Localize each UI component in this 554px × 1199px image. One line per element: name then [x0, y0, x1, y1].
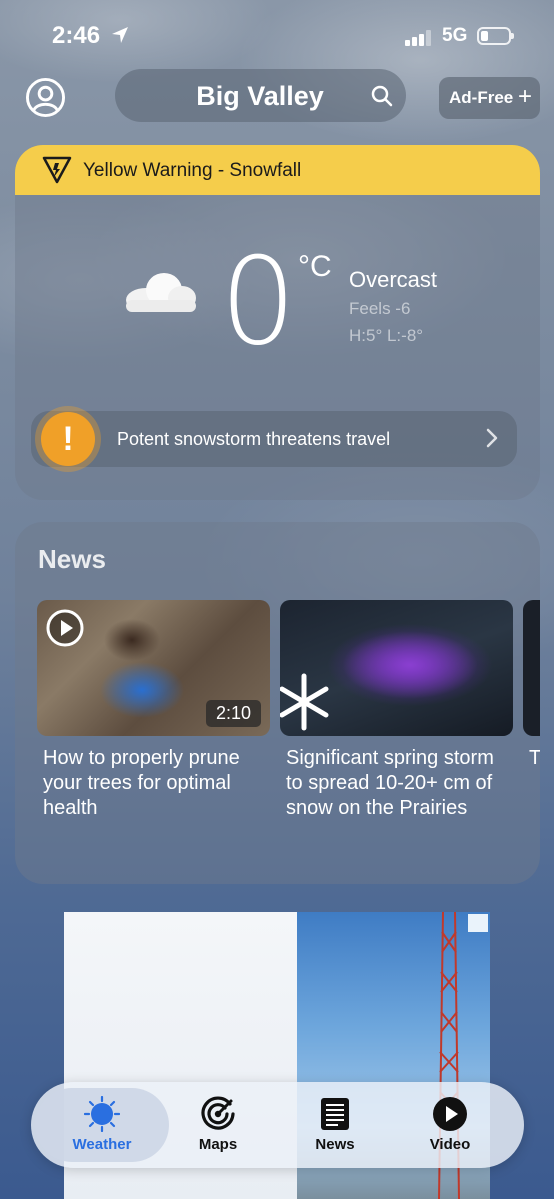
news-thumbnail[interactable]: [523, 600, 540, 736]
high-low: H:5° L:-8°: [349, 326, 424, 345]
signal-icon: [405, 30, 435, 46]
plus-icon: +: [517, 83, 532, 110]
warning-triangle-icon: [42, 156, 72, 184]
tab-video[interactable]: Video: [395, 1096, 505, 1153]
news-headline[interactable]: T T h: [529, 746, 540, 771]
ad-free-label: Ad-Free: [449, 88, 514, 107]
search-icon[interactable]: [370, 84, 394, 108]
alert-story-link[interactable]: ! Potent snowstorm threatens travel: [31, 411, 517, 467]
news-section-title[interactable]: News: [38, 544, 106, 575]
tab-maps[interactable]: Maps: [163, 1096, 273, 1153]
profile-avatar-icon[interactable]: [25, 77, 66, 118]
radar-icon: [201, 1096, 235, 1130]
snowflake-icon: [280, 673, 329, 731]
status-time: 2:46: [52, 22, 101, 49]
location-arrow-icon: [112, 27, 128, 43]
bottom-tab-bar: Weather Maps News Video: [31, 1082, 524, 1168]
newspaper-icon: [321, 1098, 349, 1130]
news-headline[interactable]: Significant spring storm to spread 10-20…: [286, 746, 516, 821]
play-icon: [46, 609, 84, 647]
tab-weather[interactable]: Weather: [47, 1096, 157, 1153]
tab-label: News: [315, 1136, 355, 1153]
tab-news[interactable]: News: [280, 1096, 390, 1153]
tab-label: Weather: [72, 1136, 132, 1153]
news-card: News 2:10 How to properly prune your tre…: [15, 522, 540, 884]
play-circle-icon: [433, 1097, 467, 1131]
temperature-unit[interactable]: °C: [298, 250, 332, 284]
weather-warning-banner[interactable]: Yellow Warning - Snowfall: [15, 145, 540, 195]
ad-free-button[interactable]: Ad-Free +: [439, 77, 540, 119]
tab-label: Maps: [198, 1136, 238, 1153]
current-temperature: 0: [220, 233, 297, 372]
weather-condition: Overcast: [349, 267, 438, 292]
city-name: Big Valley: [196, 81, 324, 111]
video-duration: 2:10: [205, 700, 261, 727]
chevron-right-icon: [486, 428, 498, 448]
sun-icon: [84, 1096, 120, 1132]
battery-icon: [477, 27, 514, 45]
feels-like: Feels -6: [349, 299, 411, 318]
current-weather-card[interactable]: Yellow Warning - Snowfall 0 °C Overcast …: [15, 145, 540, 500]
tab-label: Video: [429, 1136, 471, 1153]
warning-text: Yellow Warning - Snowfall: [83, 160, 302, 181]
network-type: 5G: [442, 25, 468, 46]
exclamation-icon: !: [41, 412, 95, 466]
news-thumbnail[interactable]: [280, 600, 513, 736]
alert-text: Potent snowstorm threatens travel: [117, 429, 391, 449]
status-bar: 2:46 5G: [0, 0, 554, 70]
news-thumbnail[interactable]: 2:10: [37, 600, 270, 736]
news-headline[interactable]: How to properly prune your trees for opt…: [43, 746, 273, 821]
adchoices-icon[interactable]: [468, 914, 488, 932]
overcast-cloud-icon: [126, 273, 196, 312]
location-search-bar[interactable]: Big Valley: [115, 69, 406, 122]
